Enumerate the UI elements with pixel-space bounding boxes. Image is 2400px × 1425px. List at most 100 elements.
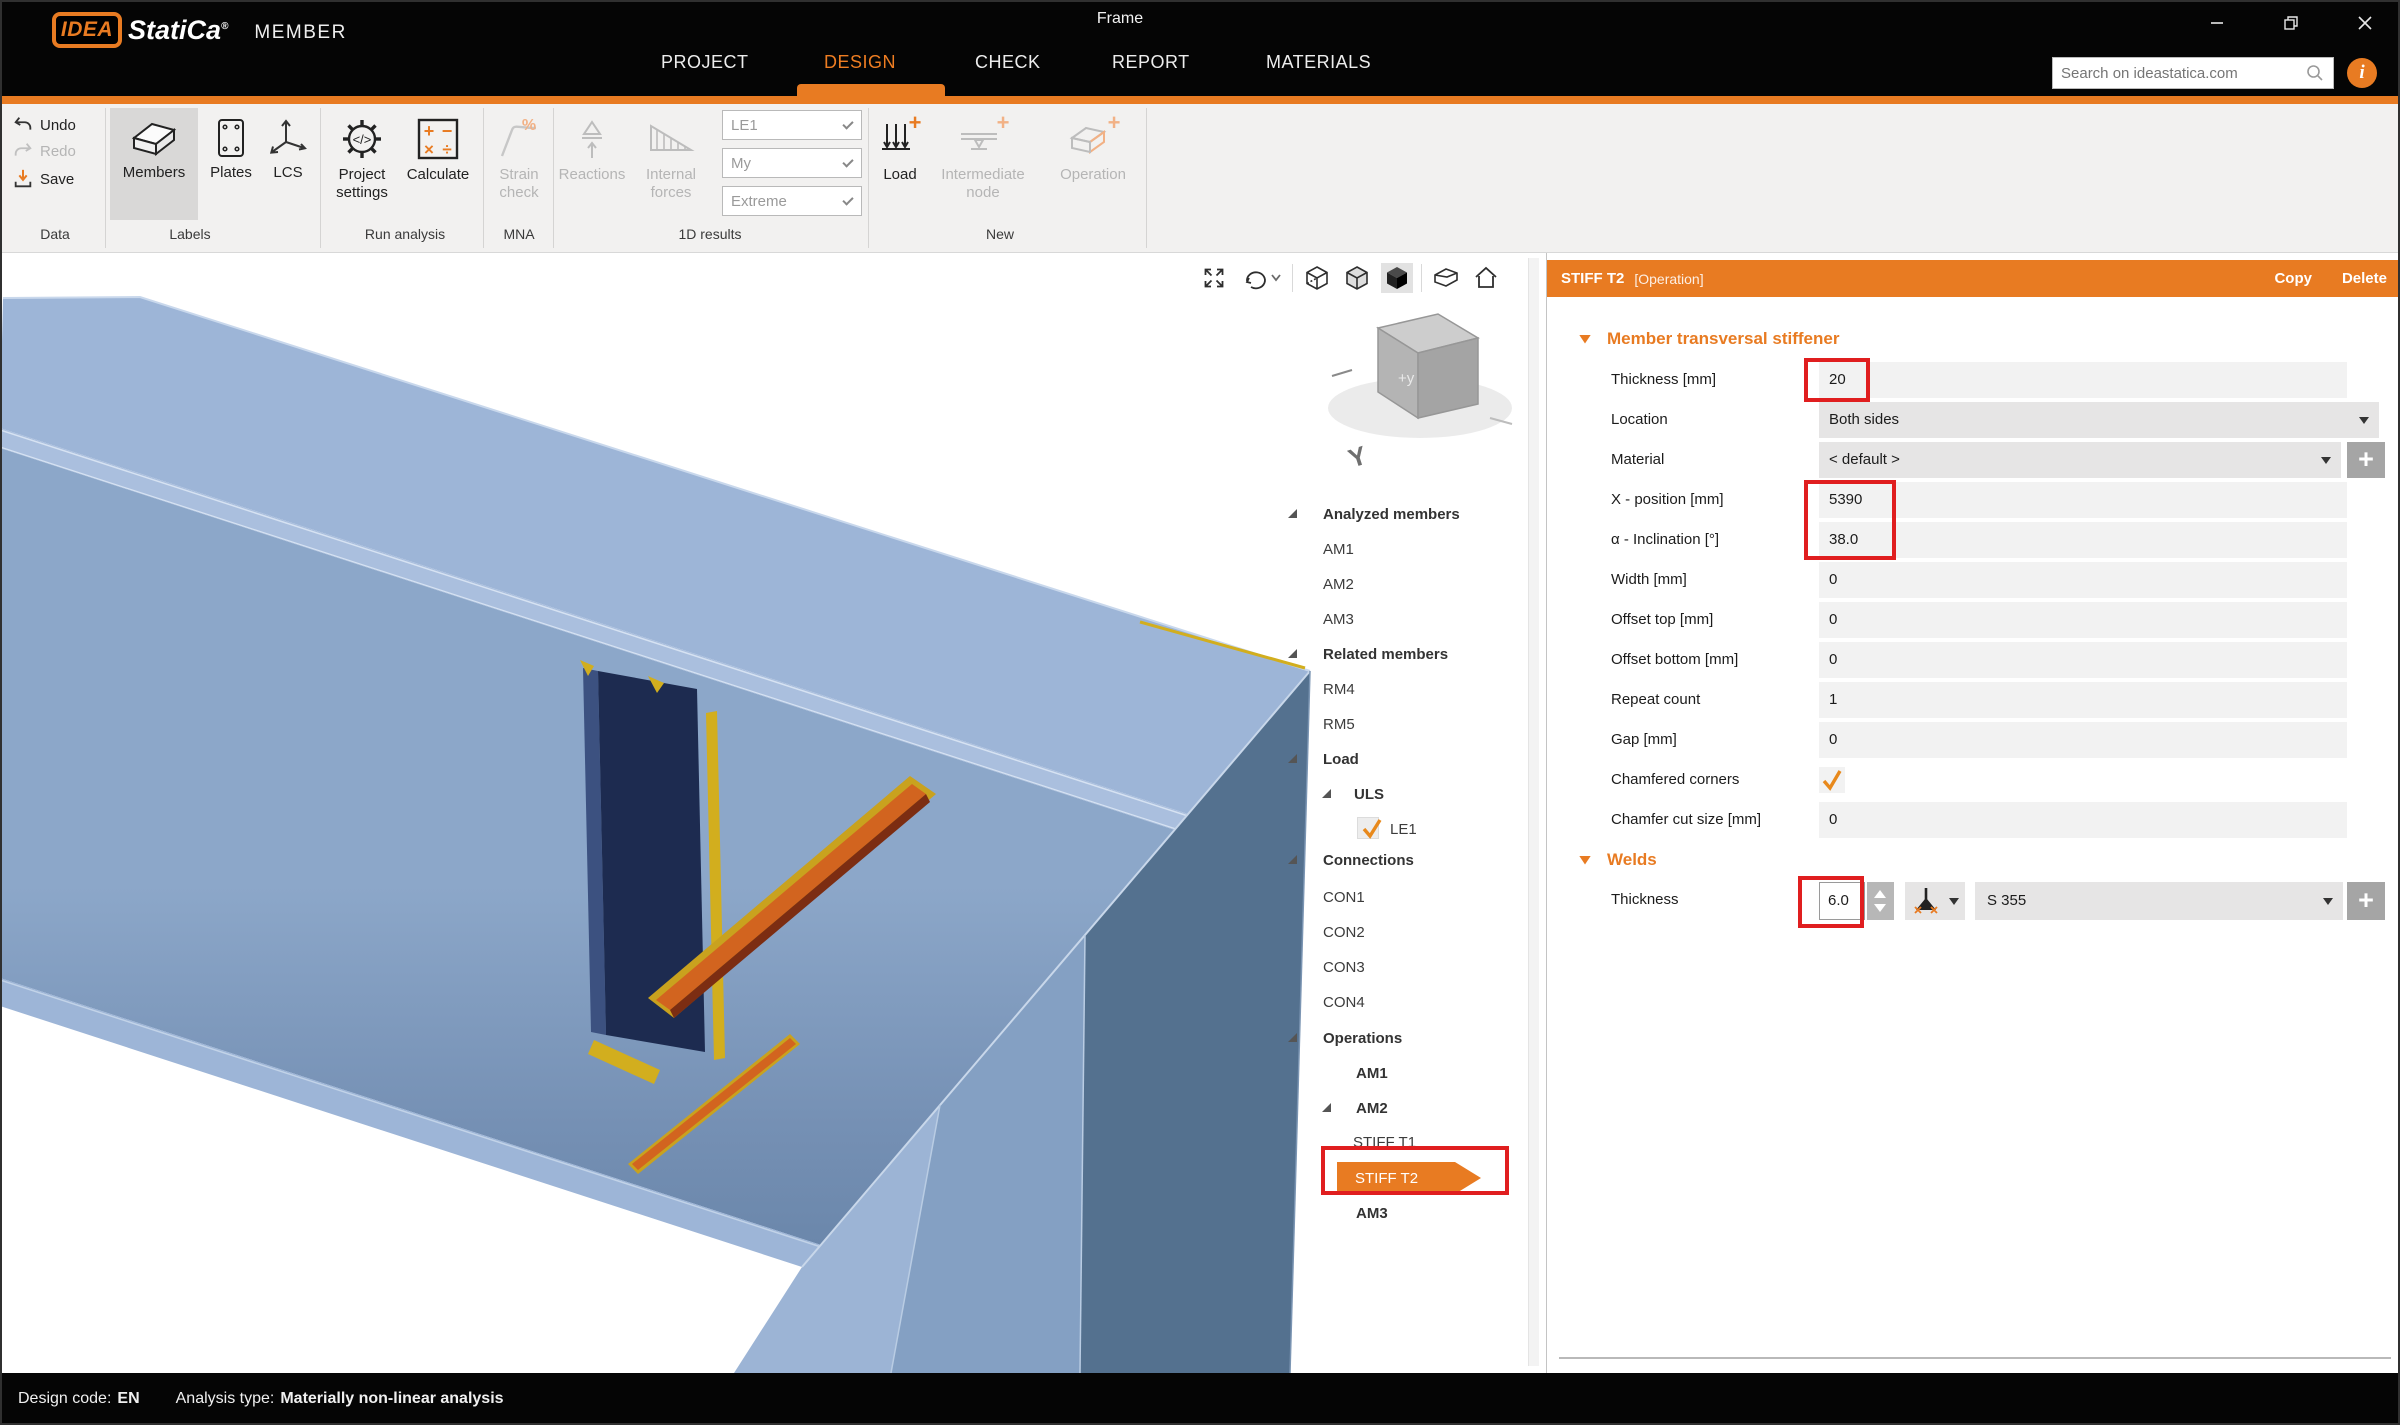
plates-toggle-button[interactable]: Plates (202, 108, 260, 220)
project-settings-button[interactable]: </> Projectsettings (328, 108, 396, 220)
home-view-icon[interactable] (1470, 263, 1502, 293)
view-transparent-icon[interactable] (1341, 263, 1373, 293)
add-material-button[interactable]: + (2347, 442, 2385, 478)
add-weld-material-button[interactable]: + (2347, 882, 2385, 920)
chamfer-cut-size-input[interactable]: 0 (1819, 802, 2347, 838)
expander-icon[interactable] (1288, 1033, 1297, 1042)
tree-item-uls[interactable]: ULS (1280, 779, 1526, 809)
tree-item-operations-am1[interactable]: AM1 (1280, 1058, 1526, 1088)
clip-section-icon[interactable] (1430, 263, 1462, 293)
tab-project[interactable]: PROJECT (661, 52, 749, 73)
tab-check[interactable]: CHECK (975, 52, 1041, 73)
material-select[interactable]: < default > (1819, 442, 2341, 478)
tree-item-rm4[interactable]: RM4 (1280, 674, 1526, 704)
tree-item-connections[interactable]: Connections (1280, 845, 1526, 875)
zoom-fit-icon[interactable] (1198, 263, 1230, 293)
expander-icon[interactable] (1288, 649, 1297, 658)
lcs-toggle-button[interactable]: LCS (262, 108, 314, 220)
row-gap: Gap [mm] 0 (1547, 722, 2400, 758)
undo-button[interactable]: Undo (12, 114, 76, 136)
le1-checkbox[interactable] (1357, 817, 1379, 839)
tree-scrollbar[interactable] (1528, 258, 1539, 1366)
expander-icon[interactable] (1322, 789, 1331, 798)
tree-item-operations-am2[interactable]: AM2 (1280, 1093, 1526, 1123)
strain-check-button[interactable]: % Straincheck (488, 108, 550, 220)
tab-report[interactable]: REPORT (1112, 52, 1190, 73)
tree-item-stiff-t2[interactable]: STIFF T2 (1280, 1161, 1526, 1191)
row-offset-bottom: Offset bottom [mm] 0 (1547, 642, 2400, 678)
tree-item-con3[interactable]: CON3 (1280, 952, 1526, 982)
tree-item-le1[interactable]: LE1 (1280, 814, 1526, 844)
info-icon[interactable]: i (2347, 58, 2377, 88)
expander-icon[interactable] (1288, 754, 1297, 763)
view-wireframe-icon[interactable] (1301, 263, 1333, 293)
tree-item-analyzed-members[interactable]: Analyzed members (1280, 499, 1526, 529)
gap-input[interactable]: 0 (1819, 722, 2347, 758)
location-select[interactable]: Both sides (1819, 402, 2379, 438)
expander-icon[interactable] (1288, 509, 1297, 518)
weld-type-select[interactable] (1905, 882, 1965, 920)
restore-button[interactable] (2276, 10, 2306, 36)
tab-design[interactable]: DESIGN (824, 52, 896, 73)
new-intermediate-node-button[interactable]: + Intermediatenode (926, 108, 1040, 220)
load-case-select[interactable]: LE1 (722, 110, 862, 140)
search-input[interactable] (2053, 65, 2305, 82)
tree-item-con2[interactable]: CON2 (1280, 917, 1526, 947)
copy-button[interactable]: Copy (2274, 270, 2312, 287)
tree-item-related-members[interactable]: Related members (1280, 639, 1526, 669)
tree-item-am3[interactable]: AM3 (1280, 604, 1526, 634)
weld-thickness-stepper[interactable] (1867, 882, 1894, 920)
weld-material-select[interactable]: S 355 (1975, 882, 2343, 920)
new-operation-button[interactable]: + Operation (1046, 108, 1140, 220)
thickness-input[interactable]: 20 (1819, 362, 2347, 398)
tab-materials[interactable]: MATERIALS (1266, 52, 1371, 73)
save-button[interactable]: Save (12, 168, 74, 190)
weld-thickness-input[interactable]: 6.0 (1819, 882, 1865, 920)
tree-item-operations-am3[interactable]: AM3 (1280, 1198, 1526, 1228)
minimize-button[interactable] (2202, 10, 2232, 36)
width-input[interactable]: 0 (1819, 562, 2347, 598)
offset-bottom-input[interactable]: 0 (1819, 642, 2347, 678)
tree-item-load[interactable]: Load (1280, 744, 1526, 774)
chamfered-corners-checkbox[interactable] (1819, 767, 1845, 793)
step-up-icon[interactable] (1874, 890, 1886, 898)
view-solid-icon[interactable] (1381, 263, 1413, 293)
tree-item-am1[interactable]: AM1 (1280, 534, 1526, 564)
tree-item-rm5[interactable]: RM5 (1280, 709, 1526, 739)
rotate-view-icon[interactable] (1238, 263, 1284, 293)
component-select[interactable]: My (722, 148, 862, 178)
close-button[interactable] (2350, 10, 2380, 36)
row-thickness: Thickness [mm] 20 (1547, 362, 2400, 398)
3d-viewport[interactable]: +y Y (0, 253, 1546, 1373)
section-member-transversal-stiffener[interactable]: Member transversal stiffener (1579, 329, 1839, 349)
x-position-input[interactable]: 5390 (1819, 482, 2347, 518)
reactions-button[interactable]: Reactions (558, 108, 626, 220)
calculate-button[interactable]: + − × ÷ Calculate (398, 108, 478, 220)
gear-icon: </> (339, 116, 385, 162)
navigation-cube[interactable]: +y Y (1328, 314, 1512, 474)
chevron-down-icon (2359, 417, 2369, 424)
expander-icon[interactable] (1288, 855, 1297, 864)
tree-item-con4[interactable]: CON4 (1280, 987, 1526, 1017)
inclination-input[interactable]: 38.0 (1819, 522, 2347, 558)
repeat-count-input[interactable]: 1 (1819, 682, 2347, 718)
section-welds[interactable]: Welds (1579, 850, 1657, 870)
tree-item-con1[interactable]: CON1 (1280, 882, 1526, 912)
search-box[interactable] (2052, 57, 2334, 89)
offset-top-input[interactable]: 0 (1819, 602, 2347, 638)
expander-icon[interactable] (1322, 1103, 1331, 1112)
extreme-select[interactable]: Extreme (722, 186, 862, 216)
tree-item-am2[interactable]: AM2 (1280, 569, 1526, 599)
delete-button[interactable]: Delete (2342, 270, 2387, 287)
members-toggle-button[interactable]: Members (110, 108, 198, 220)
row-offset-top: Offset top [mm] 0 (1547, 602, 2400, 638)
new-load-button[interactable]: + Load (876, 108, 924, 220)
svg-text:+: + (997, 116, 1010, 135)
tree-item-stiff-t1[interactable]: STIFF T1 (1280, 1127, 1526, 1157)
tree-item-stiff-t2-selected[interactable]: STIFF T2 (1337, 1162, 1455, 1195)
tree-item-operations[interactable]: Operations (1280, 1023, 1526, 1053)
redo-button[interactable]: Redo (12, 140, 76, 162)
step-down-icon[interactable] (1874, 904, 1886, 912)
search-icon[interactable] (2305, 63, 2325, 83)
internal-forces-button[interactable]: Internalforces (628, 108, 714, 220)
